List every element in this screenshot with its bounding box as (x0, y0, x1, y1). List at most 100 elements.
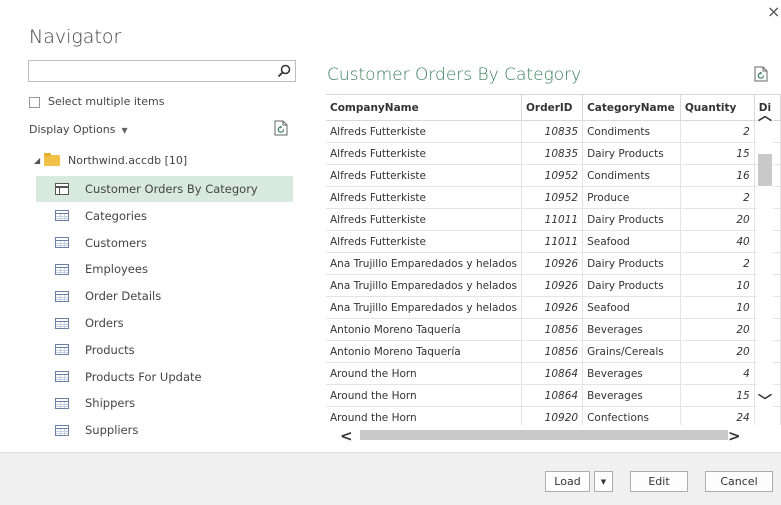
table-row: Ana Trujillo Emparedados y helados 10926 D… (326, 252, 781, 275)
tree-root[interactable]: ◢ Northwind.accdb [10] (34, 150, 187, 170)
table-row: Antonio Moreno Taquería 10856 Grains/Cerea… (326, 340, 781, 363)
table-row: Alfreds Futterkiste 10952 Produce 2 (326, 186, 781, 209)
horizontal-scrollbar[interactable]: < > (336, 426, 754, 445)
display-options-label: Display Options (29, 123, 116, 136)
table-cell: 10835 (521, 120, 584, 143)
folder-icon (44, 152, 60, 166)
table-row: Antonio Moreno Taquería 10856 Beverages 20 (326, 318, 781, 341)
table-cell: 10926 (521, 274, 584, 297)
nav-item[interactable]: Order Details (36, 283, 293, 309)
scroll-up-icon[interactable]: ︿ (757, 109, 773, 123)
table-cell: Confections (582, 406, 681, 425)
nav-item-label: Suppliers (85, 423, 139, 438)
nav-item[interactable]: Suppliers (36, 417, 293, 443)
table-icon (55, 290, 69, 302)
table-cell: Alfreds Futterkiste (326, 208, 522, 231)
table-cell: Around the Horn (326, 362, 522, 385)
table-cell: 10856 (521, 318, 584, 341)
table-row: Around the Horn 10920 Confections 24 (326, 406, 781, 425)
search-icon[interactable] (277, 64, 291, 78)
nav-item[interactable]: Customer Orders By Category (36, 176, 293, 202)
refresh-icon[interactable] (274, 120, 288, 136)
table-cell: Alfreds Futterkiste (326, 230, 522, 253)
table-icon (55, 210, 69, 222)
table-icon (55, 237, 69, 249)
nav-item-label: Categories (85, 208, 147, 223)
chevron-down-icon: ▼ (600, 477, 607, 486)
table-icon (55, 371, 69, 383)
column-header[interactable]: Quantity (680, 95, 755, 121)
load-button[interactable]: Load (545, 471, 590, 492)
table-cell: 20 (680, 340, 755, 363)
view-icon (55, 183, 69, 195)
select-multiple-checkbox[interactable] (29, 97, 40, 108)
preview-table: CompanyName OrderID CategoryName Quantity Di… (326, 95, 781, 425)
table-cell: Dairy Products (582, 252, 681, 275)
column-header[interactable]: CompanyName (326, 95, 522, 121)
horizontal-scroll-thumb[interactable] (360, 430, 728, 440)
table-cell: 20 (680, 318, 755, 341)
cancel-button[interactable]: Cancel (705, 471, 773, 492)
vertical-scroll-thumb[interactable] (758, 154, 772, 186)
table-cell: Alfreds Futterkiste (326, 186, 522, 209)
column-header[interactable]: CategoryName (582, 95, 681, 121)
table-cell: Around the Horn (326, 384, 522, 407)
nav-item-label: Products For Update (85, 369, 202, 384)
table-cell: Ana Trujillo Emparedados y helados (326, 252, 522, 275)
search-box[interactable] (28, 60, 296, 83)
table-row: Alfreds Futterkiste 11011 Dairy Products 20 (326, 208, 781, 231)
nav-item-label: Customers (85, 235, 147, 250)
search-input[interactable] (32, 62, 276, 83)
refresh-preview-icon[interactable] (754, 66, 768, 82)
table-cell: Alfreds Futterkiste (326, 120, 522, 143)
table-cell: Seafood (582, 296, 681, 319)
nav-item[interactable]: Products (36, 337, 293, 363)
table-cell: Dairy Products (582, 142, 681, 165)
nav-item[interactable]: Employees (36, 256, 293, 282)
vertical-scrollbar[interactable]: ︿ ﹀ (757, 109, 773, 419)
table-cell: Condiments (582, 120, 681, 143)
nav-item-label: Employees (85, 262, 148, 277)
nav-item-label: Products (85, 342, 135, 357)
table-cell: 2 (680, 252, 755, 275)
table-cell: Beverages (582, 384, 681, 407)
table-cell: Beverages (582, 362, 681, 385)
nav-item[interactable]: Shippers (36, 390, 293, 416)
nav-item-label: Orders (85, 316, 124, 330)
table-cell: 10920 (521, 406, 584, 425)
column-header[interactable]: OrderID (521, 95, 584, 121)
table-cell: Alfreds Futterkiste (326, 164, 522, 187)
nav-item[interactable]: Orders (36, 310, 293, 336)
table-cell: 20 (680, 208, 755, 231)
table-cell: 10952 (521, 186, 584, 209)
nav-item[interactable]: Products For Update (36, 364, 293, 390)
table-cell: 2 (680, 120, 755, 143)
table-icon (55, 344, 69, 356)
table-cell: Seafood (582, 230, 681, 253)
table-icon (55, 263, 69, 275)
table-cell: Alfreds Futterkiste (326, 142, 522, 165)
table-cell: Beverages (582, 318, 681, 341)
nav-item[interactable]: Categories (36, 203, 293, 229)
table-row: Alfreds Futterkiste 10835 Condiments 2 (326, 120, 781, 143)
table-cell: 10926 (521, 296, 584, 319)
table-row: Ana Trujillo Emparedados y helados 10926 D… (326, 274, 781, 297)
tree-root-label: Northwind.accdb [10] (68, 153, 188, 167)
load-options-button[interactable]: ▼ (594, 471, 613, 492)
table-cell: Condiments (582, 164, 681, 187)
table-cell: Ana Trujillo Emparedados y helados (326, 274, 522, 297)
table-cell: Around the Horn (326, 406, 522, 425)
preview-grid[interactable]: CompanyName OrderID CategoryName Quantity Di… (326, 94, 781, 425)
nav-item[interactable]: Customers (36, 230, 293, 256)
scroll-down-icon[interactable]: ﹀ (757, 395, 773, 409)
table-cell: 2 (680, 186, 755, 209)
scroll-left-icon[interactable]: < (340, 427, 353, 445)
table-cell: Dairy Products (582, 274, 681, 297)
table-cell: 15 (680, 142, 755, 165)
edit-button[interactable]: Edit (630, 471, 688, 492)
expand-triangle-icon[interactable]: ◢ (34, 156, 44, 165)
close-icon[interactable]: × (767, 3, 780, 21)
scroll-right-icon[interactable]: > (728, 427, 741, 445)
table-cell: Antonio Moreno Taquería (326, 340, 522, 363)
display-options-dropdown[interactable]: Display Options ▼ (29, 123, 128, 136)
